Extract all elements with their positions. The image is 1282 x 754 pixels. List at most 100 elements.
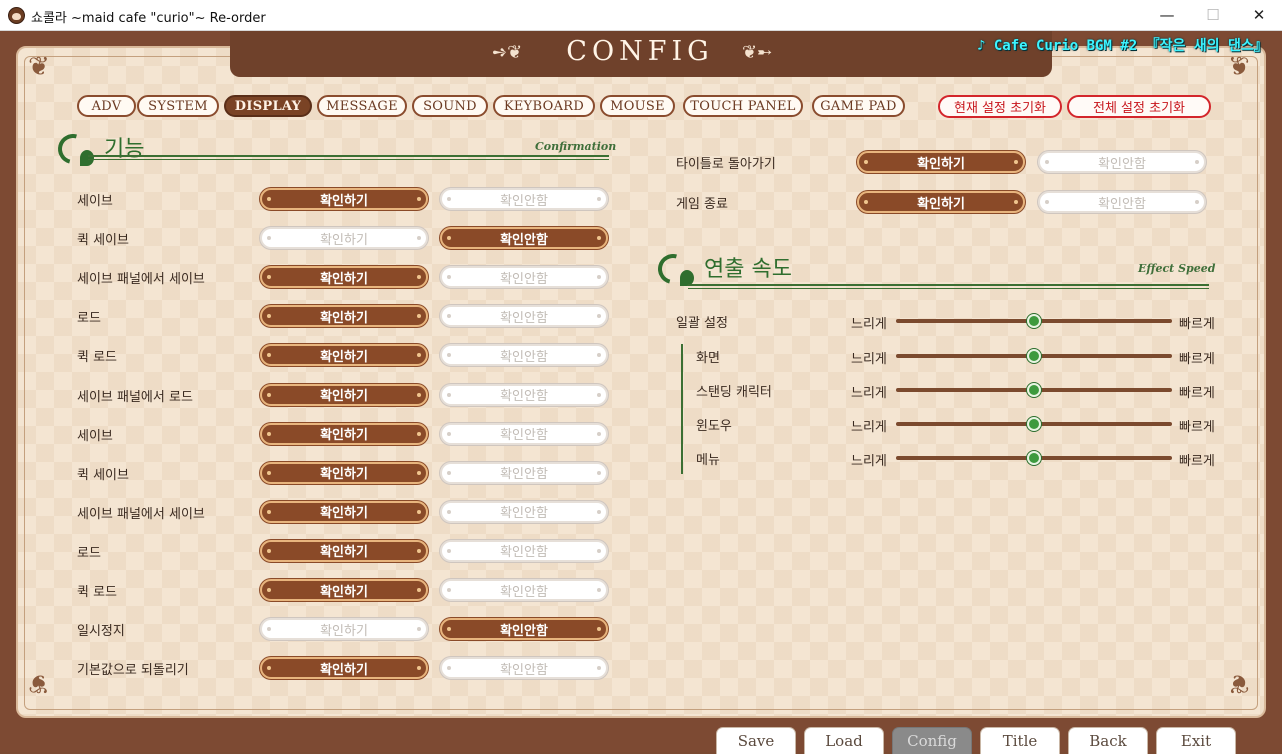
menu-title-button[interactable]: Title (980, 727, 1060, 754)
button-dot-icon (597, 509, 601, 514)
tab-keyboard[interactable]: KEYBOARD (493, 95, 595, 117)
menu-exit-button[interactable]: Exit (1156, 727, 1236, 754)
button-dot-icon (447, 353, 451, 358)
confirm-button[interactable]: 확인하기 (260, 188, 428, 210)
speed-slider-handle[interactable] (1027, 417, 1041, 431)
menu-config-button[interactable]: Config (892, 727, 972, 754)
option-label: 확인안함 (500, 506, 548, 522)
option-label: 확인하기 (320, 545, 368, 561)
confirm-button[interactable]: 확인하기 (260, 618, 428, 641)
option-label: 확인안함 (500, 662, 548, 678)
speed-row-label: 윈도우 (696, 419, 732, 434)
option-label: 확인안함 (500, 545, 548, 561)
speed-row-label: 일괄 설정 (676, 316, 728, 331)
button-dot-icon (1014, 200, 1018, 204)
tab-game-pad[interactable]: GAME PAD (812, 95, 905, 117)
speed-section-title: 연출 속도 (704, 257, 792, 282)
confirm-button[interactable]: 확인하기 (260, 461, 428, 484)
no-confirm-button[interactable]: 확인안함 (440, 188, 608, 210)
button-dot-icon (417, 431, 421, 436)
confirm-row-label: 게임 종료 (676, 197, 728, 212)
button-dot-icon (597, 275, 601, 280)
button-dot-icon (267, 392, 271, 397)
button-dot-icon (417, 509, 421, 514)
confirm-row-label: 퀵 로드 (77, 585, 118, 600)
minimize-button[interactable]: — (1144, 0, 1190, 30)
corner-ornament-icon: ❦ (28, 52, 50, 82)
button-dot-icon (447, 627, 451, 632)
confirm-button[interactable]: 확인하기 (260, 539, 428, 562)
no-confirm-button[interactable]: 확인안함 (440, 579, 608, 601)
tab-adv[interactable]: ADV (77, 95, 136, 117)
button-dot-icon (417, 588, 421, 592)
tab-system[interactable]: SYSTEM (137, 95, 219, 117)
fast-label: 빠르게 (1179, 352, 1215, 367)
reset-all-button[interactable]: 전체 설정 초기화 (1067, 95, 1211, 118)
confirm-row-label: 세이브 패널에서 세이브 (77, 506, 205, 522)
option-label: 확인안함 (500, 271, 548, 287)
confirm-row-label: 퀵 세이브 (77, 233, 129, 249)
option-label: 확인하기 (320, 467, 368, 483)
confirm-button[interactable]: 확인하기 (260, 657, 428, 680)
tab-message[interactable]: MESSAGE (317, 95, 407, 117)
no-confirm-button[interactable]: 확인안함 (440, 618, 608, 641)
speed-slider-handle[interactable] (1027, 349, 1041, 363)
button-dot-icon (447, 392, 451, 397)
menu-load-button[interactable]: Load (804, 727, 884, 754)
button-dot-icon (417, 470, 421, 475)
button-dot-icon (267, 275, 271, 280)
no-confirm-button[interactable]: 확인안함 (440, 461, 608, 484)
no-confirm-button[interactable]: 확인안함 (440, 657, 608, 680)
speed-section-subtitle: Effect Speed (1138, 262, 1216, 275)
reset-current-button[interactable]: 현재 설정 초기화 (938, 95, 1062, 118)
no-confirm-button[interactable]: 확인안함 (440, 305, 608, 328)
option-label: 확인안함 (500, 193, 548, 209)
confirm-button[interactable]: 확인하기 (260, 579, 428, 601)
no-confirm-button[interactable]: 확인안함 (440, 422, 608, 445)
confirm-button[interactable]: 확인하기 (260, 500, 428, 523)
confirm-button[interactable]: 확인하기 (857, 151, 1025, 173)
menu-save-button[interactable]: Save (716, 727, 796, 754)
button-dot-icon (1045, 200, 1049, 204)
confirmation-section-subtitle: Confirmation (535, 140, 617, 153)
option-label: 확인하기 (320, 271, 368, 287)
button-dot-icon (267, 197, 271, 201)
window-titlebar: 쇼콜라 ~maid cafe "curio"~ Re-order — ☐ ✕ (0, 0, 1282, 31)
no-confirm-button[interactable]: 확인안함 (440, 227, 608, 250)
confirm-button[interactable]: 확인하기 (260, 266, 428, 289)
option-label: 확인하기 (320, 232, 368, 248)
speed-slider-handle[interactable] (1027, 383, 1041, 397)
no-confirm-button[interactable]: 확인안함 (440, 344, 608, 367)
tab-mouse[interactable]: MOUSE (600, 95, 675, 117)
confirm-button[interactable]: 확인하기 (260, 344, 428, 367)
menu-back-button[interactable]: Back (1068, 727, 1148, 754)
confirm-button[interactable]: 확인하기 (260, 422, 428, 445)
no-confirm-button[interactable]: 확인안함 (1038, 151, 1206, 173)
no-confirm-button[interactable]: 확인안함 (440, 266, 608, 289)
no-confirm-button[interactable]: 확인안함 (1038, 191, 1206, 213)
button-dot-icon (267, 236, 271, 241)
confirm-button[interactable]: 확인하기 (260, 383, 428, 406)
speed-slider-handle[interactable] (1027, 451, 1041, 465)
confirm-button[interactable]: 확인하기 (260, 305, 428, 328)
maximize-button[interactable]: ☐ (1190, 0, 1236, 30)
button-dot-icon (597, 392, 601, 397)
tab-sound[interactable]: SOUND (412, 95, 488, 117)
no-confirm-button[interactable]: 확인안함 (440, 539, 608, 562)
speed-row-label: 스탠딩 캐릭터 (696, 385, 772, 400)
option-label: 확인하기 (320, 349, 368, 365)
tab-display[interactable]: DISPLAY (224, 95, 312, 117)
slow-label: 느리게 (851, 454, 887, 469)
close-button[interactable]: ✕ (1236, 0, 1282, 30)
confirm-button[interactable]: 확인하기 (857, 191, 1025, 213)
confirm-button[interactable]: 확인하기 (260, 227, 428, 250)
button-dot-icon (447, 588, 451, 592)
button-dot-icon (267, 431, 271, 436)
speed-slider-handle[interactable] (1027, 314, 1041, 328)
button-dot-icon (267, 353, 271, 358)
tab-touch-panel[interactable]: TOUCH PANEL (683, 95, 803, 117)
no-confirm-button[interactable]: 확인안함 (440, 500, 608, 523)
no-confirm-button[interactable]: 확인안함 (440, 383, 608, 406)
button-dot-icon (447, 509, 451, 514)
button-dot-icon (597, 588, 601, 592)
